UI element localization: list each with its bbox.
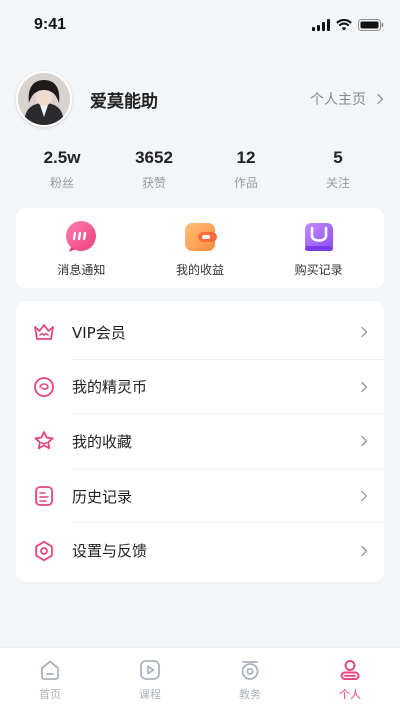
chevron-right-icon [361,545,368,556]
chevron-right-icon [361,490,368,502]
menu-label: 我的精灵币 [72,378,148,397]
quick-actions-card: 消息通知 我的收益 购买记录 [16,208,384,288]
tab-label: 课程 [139,688,161,701]
bottom-tab-bar: 首页 课程 教务 个人 [0,647,400,711]
menu-label: 设置与反馈 [72,542,148,561]
stat-label: 作品 [233,176,258,190]
shopping-bag-icon [304,222,333,251]
stats-row: 2.5w 粉丝 3652 获赞 12 作品 5 关注 [16,148,384,194]
home-icon [41,660,59,680]
menu-item-settings[interactable]: 设置与反馈 [16,523,384,578]
tab-label: 教务 [239,688,261,701]
academic-icon [241,661,259,680]
tab-profile[interactable]: 个人 [300,648,400,711]
crown-icon [34,324,54,341]
tab-courses[interactable]: 课程 [100,648,200,711]
username: 爱莫能助 [90,91,158,112]
coin-icon [34,376,54,397]
quick-action-label: 消息通知 [57,262,106,277]
stat-label: 粉丝 [49,176,74,190]
homepage-label: 个人主页 [310,92,366,108]
chevron-right-icon [361,327,368,338]
history-icon [35,486,53,506]
stat-likes[interactable]: 3652 获赞 [108,148,200,194]
chevron-right-icon [377,93,384,105]
menu-item-favorites[interactable]: 我的收藏 [16,414,384,469]
stat-label: 关注 [325,176,350,190]
status-icons [312,19,384,31]
chevron-right-icon [361,436,368,447]
menu-item-coins[interactable]: 我的精灵币 [16,360,384,415]
stat-works[interactable]: 12 作品 [200,148,292,194]
quick-action-messages[interactable]: 消息通知 [31,219,131,278]
tab-academic[interactable]: 教务 [200,648,300,711]
avatar[interactable] [16,71,72,127]
chevron-right-icon [361,381,368,393]
play-icon [140,660,160,680]
user-icon [340,660,360,680]
battery-icon [358,19,384,31]
stat-value: 12 [236,148,256,167]
settings-icon [35,540,53,561]
avatar-image [18,73,70,125]
stat-following[interactable]: 5 关注 [292,148,384,194]
menu-item-vip[interactable]: VIP会员 [16,305,384,360]
tab-label: 个人 [339,688,361,701]
menu-label: 历史记录 [72,487,133,506]
profile-header: 爱莫能助 个人主页 [16,70,384,128]
quick-action-label: 我的收益 [175,262,224,277]
menu-label: VIP会员 [72,323,126,342]
tab-label: 首页 [39,688,61,701]
quick-action-purchases[interactable]: 购买记录 [269,219,369,278]
status-time: 9:41 [34,16,67,33]
wifi-icon [336,19,352,31]
menu-list: VIP会员 我的精灵币 我的收藏 历史记录 设置与反馈 [16,301,384,582]
stat-followers[interactable]: 2.5w 粉丝 [16,148,108,194]
menu-item-history[interactable]: 历史记录 [16,469,384,524]
stat-value: 2.5w [43,148,81,167]
stat-value: 5 [333,148,343,167]
homepage-link[interactable]: 个人主页 [310,89,384,109]
message-icon [66,220,97,252]
wallet-icon [184,222,217,251]
signal-icon [312,19,330,31]
menu-label: 我的收藏 [72,432,133,451]
quick-action-label: 购买记录 [294,262,343,277]
status-bar: 9:41 [0,0,400,50]
star-icon [34,431,54,450]
stat-value: 3652 [135,148,173,167]
stat-label: 获赞 [141,176,166,190]
tab-home[interactable]: 首页 [0,648,100,711]
quick-action-earnings[interactable]: 我的收益 [150,219,250,278]
